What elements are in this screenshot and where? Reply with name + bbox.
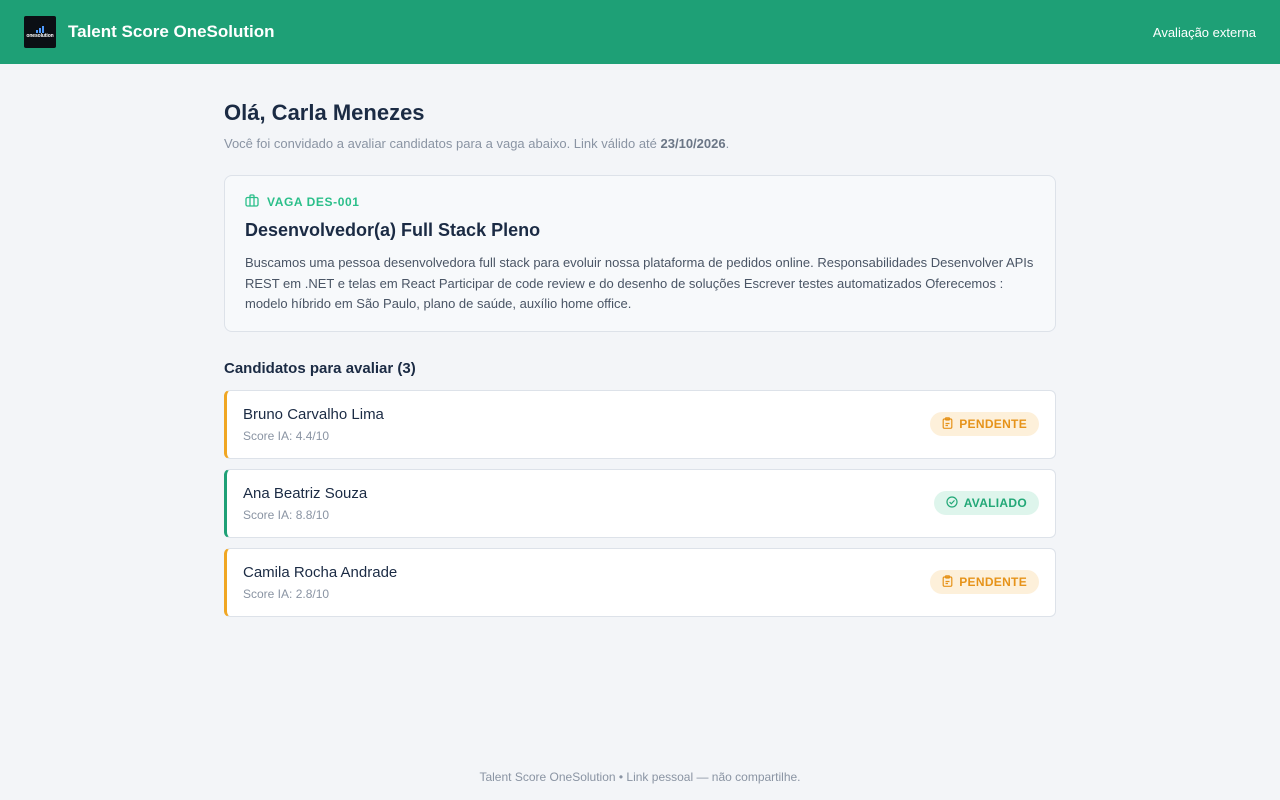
job-code: VAGA DES-001 (267, 195, 360, 209)
top-bar: onesolution Talent Score OneSolution Ava… (0, 0, 1280, 64)
candidate-score: Score IA: 4.4/10 (243, 428, 330, 443)
app-title: Talent Score OneSolution (68, 22, 275, 41)
status-label: AVALIADO (963, 496, 1027, 510)
candidates-section-title: Candidatos para avaliar (3) (224, 359, 416, 377)
candidate-card[interactable]: Bruno Carvalho Lima Score IA: 4.4/10 PEN… (224, 389, 1056, 459)
main-content: Olá, Carla Menezes Você foi convidado a … (224, 64, 1056, 617)
candidate-name: Bruno Carvalho Lima (243, 405, 384, 423)
page-title: Olá, Carla Menezes (224, 100, 425, 125)
job-title: Desenvolvedor(a) Full Stack Pleno (245, 220, 541, 240)
page-subtitle: Você foi convidado a avaliar candidatos … (224, 136, 1056, 151)
status-badge: PENDENTE (930, 412, 1039, 436)
candidate-name: Camila Rocha Andrade (243, 563, 398, 581)
external-review-label: Avaliação externa (1152, 24, 1256, 40)
logo-text: onesolution (26, 33, 54, 39)
clipboard-icon (942, 416, 953, 432)
footer-text: Talent Score OneSolution • Link pessoal … (479, 770, 801, 784)
check-circle-icon (946, 495, 958, 511)
candidate-card[interactable]: Ana Beatriz Souza Score IA: 8.8/10 AVALI… (224, 468, 1056, 538)
subtitle-text: Você foi convidado a avaliar candidatos … (224, 136, 661, 151)
job-description: Buscamos uma pessoa desenvolvedora full … (245, 255, 1034, 311)
subtitle-suffix: . (725, 136, 730, 151)
candidate-score: Score IA: 2.8/10 (243, 586, 330, 601)
status-label: PENDENTE (959, 575, 1027, 589)
job-card: VAGA DES-001 Desenvolvedor(a) Full Stack… (224, 175, 1056, 332)
clipboard-icon (942, 574, 953, 590)
job-code-row: VAGA DES-001 (245, 194, 1035, 210)
status-label: PENDENTE (959, 417, 1027, 431)
status-badge: AVALIADO (933, 491, 1039, 515)
status-badge: PENDENTE (930, 570, 1039, 594)
brand-logo[interactable]: onesolution (24, 16, 56, 48)
candidate-score: Score IA: 8.8/10 (243, 507, 330, 522)
candidate-name: Ana Beatriz Souza (243, 484, 368, 502)
candidate-info: Ana Beatriz Souza Score IA: 8.8/10 (243, 485, 367, 522)
briefcase-icon (245, 194, 259, 210)
candidate-info: Camila Rocha Andrade Score IA: 2.8/10 (243, 564, 397, 601)
candidate-info: Bruno Carvalho Lima Score IA: 4.4/10 (243, 406, 384, 443)
logo-bars-icon (36, 25, 44, 33)
valid-until-date: 23/10/2026 (660, 136, 726, 151)
candidate-card[interactable]: Camila Rocha Andrade Score IA: 2.8/10 PE… (224, 547, 1056, 617)
